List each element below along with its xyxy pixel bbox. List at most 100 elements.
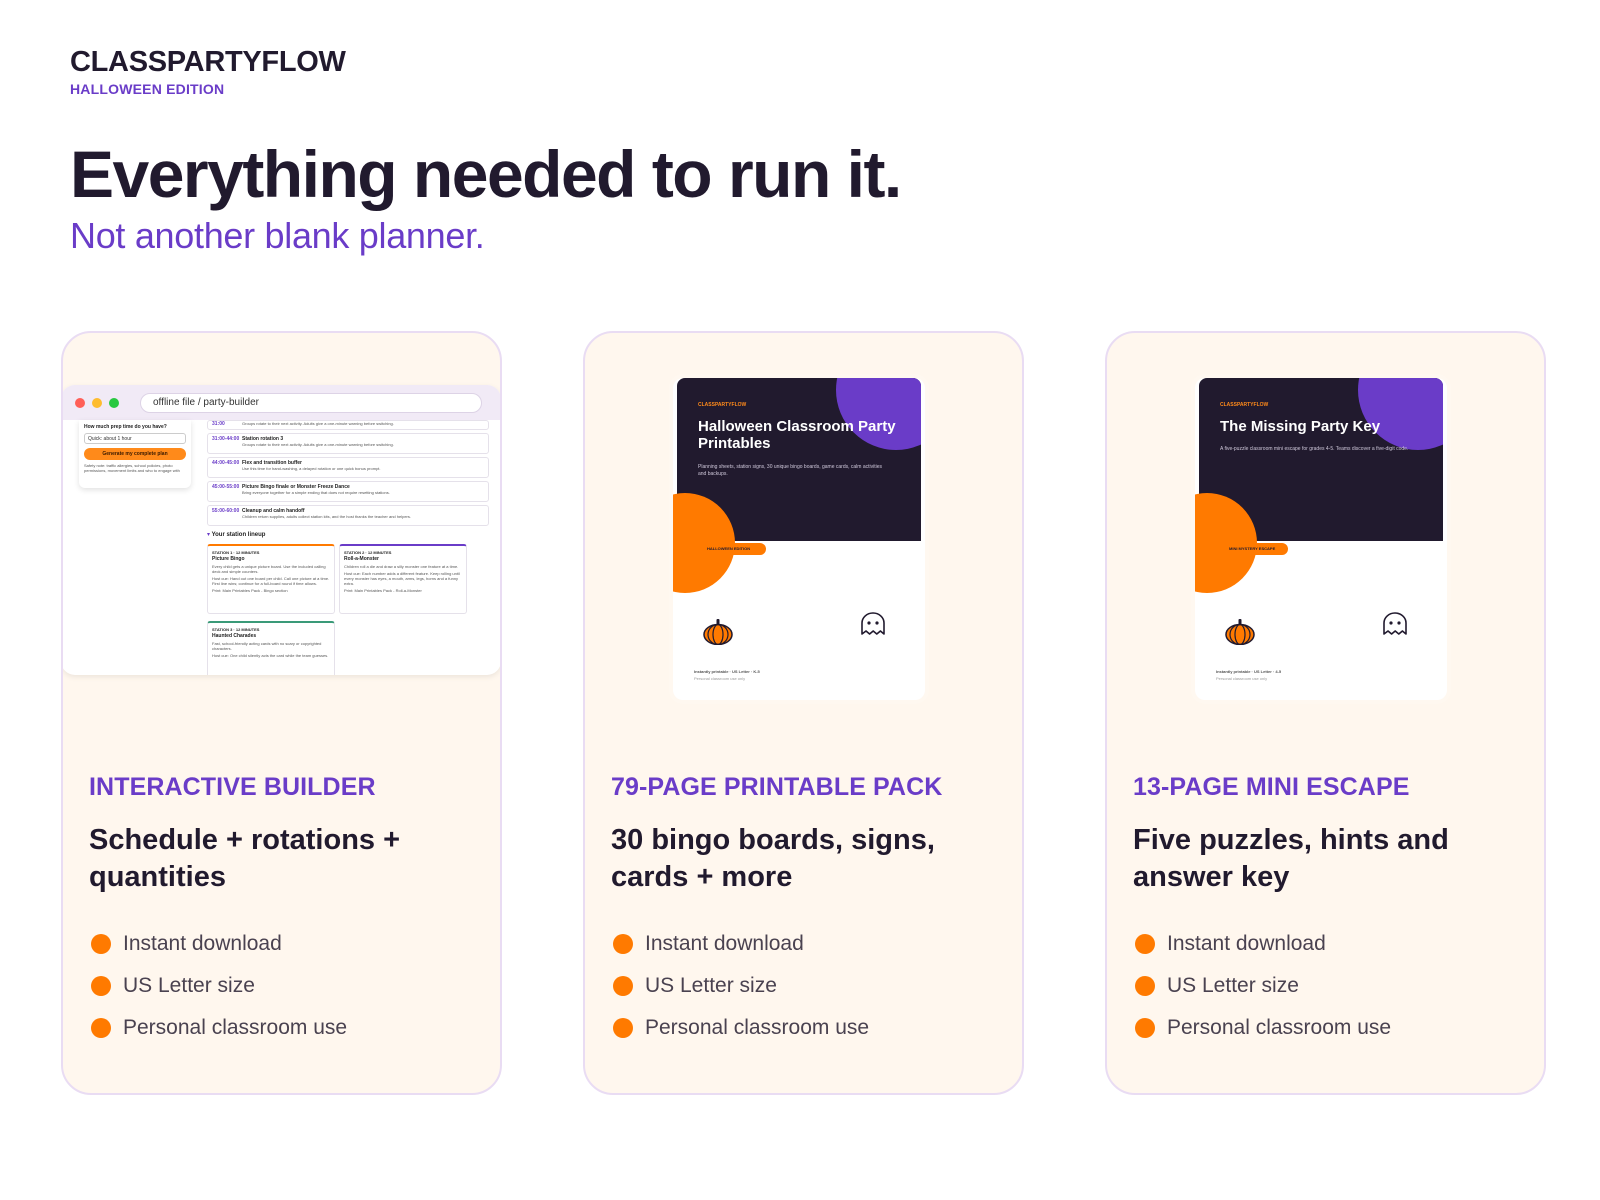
card-kicker: 13-PAGE MINI ESCAPE	[1133, 773, 1410, 801]
feature-item: US Letter size	[613, 965, 869, 1007]
station-card: STATION 2 · 12 MINUTES Roll-a-Monster Ch…	[339, 544, 467, 614]
hero-title: Everything needed to run it.	[70, 137, 902, 211]
cover-desc: Planning sheets, station signs, 30 uniqu…	[698, 464, 882, 477]
feature-label: Personal classroom use	[1167, 1016, 1392, 1039]
cover-footer-line: Personal classroom use only	[694, 676, 746, 681]
bullet-dot-icon	[613, 1018, 633, 1038]
schedule-row: 31:00 Groups rotate to their next activi…	[207, 420, 489, 430]
feature-label: Personal classroom use	[645, 1016, 870, 1039]
close-dot-icon	[75, 397, 85, 408]
printables-cover: CLASSPARTYFLOW Halloween Classroom Party…	[673, 378, 925, 700]
feature-label: Instant download	[1167, 932, 1326, 955]
feature-label: Instant download	[123, 932, 282, 955]
feature-item: Instant download	[613, 923, 869, 965]
cover-brand: CLASSPARTYFLOW	[1220, 402, 1269, 408]
feature-item: Personal classroom use	[91, 1007, 347, 1049]
row-desc: Use this time for hand-washing, a delaye…	[242, 466, 381, 471]
station-card: STATION 1 · 12 MINUTES Picture Bingo Eve…	[207, 544, 335, 614]
prep-select: Quick: about 1 hour	[84, 433, 186, 444]
bullet-dot-icon	[613, 934, 633, 954]
row-desc: Groups rotate to their next activity. Ad…	[242, 442, 394, 447]
card-title: Five puzzles, hints and answer key	[1133, 824, 1449, 893]
cover-title: Halloween Classroom Party Printables	[698, 418, 896, 452]
schedule-row: 55:00-60:00 Cleanup and calm handoff Chil…	[207, 505, 489, 526]
brand-edition: HALLOWEEN EDITION	[70, 81, 225, 97]
prep-panel: How much prep time do you have? Quick: a…	[79, 420, 191, 488]
feature-item: US Letter size	[91, 965, 347, 1007]
lineup-label: Your station lineup	[211, 532, 266, 538]
ghost-icon	[1383, 612, 1407, 635]
card-kicker: INTERACTIVE BUILDER	[89, 773, 376, 801]
safety-note: Safety note: traffic allergies, school p…	[84, 463, 180, 473]
escape-cover: CLASSPARTYFLOW The Missing Party Key A f…	[1195, 378, 1447, 700]
feature-list: Instant download US Letter size Personal…	[91, 923, 347, 1049]
cover-footer-line: Personal classroom use only	[1216, 676, 1268, 681]
feature-list: Instant download US Letter size Personal…	[1135, 923, 1391, 1049]
bullet-dot-icon	[1135, 976, 1155, 996]
bullet-dot-icon	[1135, 934, 1155, 954]
url-bar: offline file / party-builder	[140, 392, 482, 413]
hero-subtitle: Not another blank planner.	[70, 214, 485, 256]
schedule-list: 31:00 Groups rotate to their next activi…	[207, 420, 489, 529]
station-print: Print: Main Printables Pack - Bingo sect…	[212, 588, 288, 593]
schedule-row: 45:00-55:00 Picture Bingo finale or Mons…	[207, 481, 489, 502]
cover-brand: CLASSPARTYFLOW	[698, 402, 747, 408]
card-title: Schedule + rotations + quantities	[89, 824, 401, 893]
cover-footer-line: Instantly printable · US Letter · 4-5	[1216, 669, 1282, 674]
feature-label: Instant download	[645, 932, 804, 955]
hero: Everything needed to run it. Not another…	[70, 137, 902, 257]
pumpkin-icon	[1225, 619, 1255, 645]
station-desc: Fast, school-friendly acting cards with …	[212, 641, 322, 651]
row-time: 31:00-44:00	[212, 436, 240, 442]
maximize-dot-icon	[109, 397, 119, 408]
cover-pill: HALLOWEEN EDITION	[701, 543, 766, 555]
station-host-cue: Host cue: Hand out one board per child. …	[212, 576, 330, 586]
row-desc: Groups rotate to their next activity. Ad…	[242, 421, 394, 426]
cover-desc: A five-puzzle classroom mini escape for …	[1220, 446, 1409, 452]
station-desc: Children roll a die and draw a silly mon…	[344, 564, 459, 569]
schedule-row: 44:00-45:00 Flex and transition buffer Us…	[207, 457, 489, 478]
row-time: 55:00-60:00	[212, 508, 240, 514]
feature-item: US Letter size	[1135, 965, 1391, 1007]
feature-item: Personal classroom use	[1135, 1007, 1391, 1049]
station-name: Picture Bingo	[212, 556, 245, 562]
feature-list: Instant download US Letter size Personal…	[613, 923, 869, 1049]
row-time: 44:00-45:00	[212, 460, 240, 466]
station-desc: Every child gets a unique picture board.…	[212, 564, 326, 574]
card-title: 30 bingo boards, signs, cards + more	[611, 824, 935, 893]
builder-screenshot: offline file / party-builder How much pr…	[63, 385, 500, 675]
brand-name: CLASSPARTYFLOW	[70, 46, 346, 78]
cover-footer-line: Instantly printable · US Letter · K-5	[694, 669, 760, 674]
station-name: Roll-a-Monster	[344, 556, 379, 562]
schedule-row: 31:00-44:00 Station rotation 3 Groups rot…	[207, 433, 489, 454]
bullet-dot-icon	[91, 976, 111, 996]
cover-pill: MINI MYSTERY ESCAPE	[1223, 543, 1288, 555]
product-card-builder[interactable]: offline file / party-builder How much pr…	[61, 331, 502, 1095]
minimize-dot-icon	[92, 397, 102, 408]
ghost-icon	[861, 612, 885, 635]
row-desc: Children return supplies, adults collect…	[242, 514, 411, 519]
row-desc: Bring everyone together for a simple end…	[242, 490, 390, 495]
station-lineup-heading: ▾ Your station lineup	[207, 531, 265, 538]
bullet-dot-icon	[91, 1018, 111, 1038]
bullet-dot-icon	[91, 934, 111, 954]
feature-item: Instant download	[91, 923, 347, 965]
feature-item: Instant download	[1135, 923, 1391, 965]
row-time: 45:00-55:00	[212, 484, 240, 490]
station-name: Haunted Charades	[212, 633, 257, 639]
station-host-cue: Host cue: One child silently acts the ca…	[212, 653, 329, 658]
product-card-printables[interactable]: CLASSPARTYFLOW Halloween Classroom Party…	[583, 331, 1024, 1095]
station-print: Print: Main Printables Pack - Roll-a-Mon…	[344, 588, 422, 593]
feature-label: US Letter size	[645, 974, 777, 997]
cover-title: The Missing Party Key	[1220, 418, 1381, 435]
product-card-escape[interactable]: CLASSPARTYFLOW The Missing Party Key A f…	[1105, 331, 1546, 1095]
card-kicker: 79-PAGE PRINTABLE PACK	[611, 773, 943, 801]
purple-circle-decoration	[1358, 378, 1443, 450]
feature-label: Personal classroom use	[123, 1016, 348, 1039]
feature-label: US Letter size	[1167, 974, 1299, 997]
prep-question: How much prep time do you have?	[84, 424, 167, 430]
station-card: STATION 3 · 12 MINUTES Haunted Charades …	[207, 621, 335, 675]
feature-label: US Letter size	[123, 974, 255, 997]
bullet-dot-icon	[1135, 1018, 1155, 1038]
cover-footer: Instantly printable · US Letter · 4-5 Pe…	[1216, 668, 1281, 682]
